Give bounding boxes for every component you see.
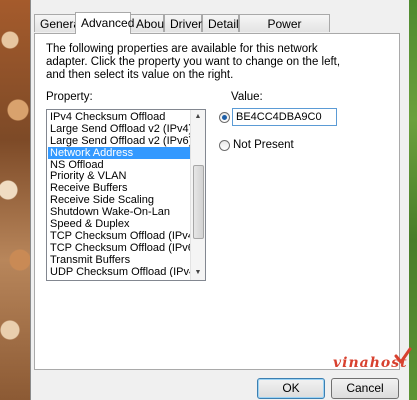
property-item[interactable]: TCP Checksum Offload (IPv4) (48, 230, 191, 242)
tab-driver[interactable]: Driver (164, 14, 202, 32)
description-text: The following properties are available f… (46, 43, 341, 81)
advanced-panel: The following properties are available f… (34, 33, 400, 370)
not-present-label[interactable]: Not Present (233, 139, 294, 151)
property-item[interactable]: TCP Checksum Offload (IPv6) (48, 242, 191, 254)
value-label: Value: (231, 91, 263, 103)
property-item[interactable]: Priority & VLAN (48, 170, 191, 183)
property-item[interactable]: IPv4 Checksum Offload (48, 111, 191, 123)
property-item[interactable]: NS Offload (48, 159, 191, 171)
property-item[interactable]: Receive Side Scaling (48, 194, 191, 206)
property-item-selected[interactable]: Network Address (48, 146, 191, 159)
property-item[interactable]: Receive Buffers (48, 182, 191, 194)
cancel-button[interactable]: Cancel (331, 378, 399, 399)
checkmark-logo-icon (394, 347, 412, 364)
scroll-up-arrow-icon[interactable]: ▲ (191, 110, 205, 124)
property-item[interactable]: Shutdown Wake-On-Lan (48, 206, 191, 218)
tab-power-management[interactable]: Power Management (239, 14, 330, 49)
property-listbox[interactable]: IPv4 Checksum Offload Large Send Offload… (46, 109, 206, 281)
property-list-scrollbar[interactable]: ▲ ▼ (190, 110, 205, 280)
property-item[interactable]: Large Send Offload v2 (IPv6) (48, 135, 191, 147)
value-radio[interactable] (219, 112, 230, 123)
tab-about[interactable]: About (130, 14, 167, 32)
desktop-background-left (0, 0, 30, 400)
property-list: IPv4 Checksum Offload Large Send Offload… (48, 111, 191, 277)
tab-details[interactable]: Details (202, 14, 245, 32)
not-present-radio[interactable] (219, 140, 230, 151)
tab-advanced[interactable]: Advanced (75, 12, 134, 34)
tab-general[interactable]: General (34, 14, 83, 32)
network-address-input[interactable] (232, 108, 337, 126)
ok-button[interactable]: OK (257, 378, 325, 399)
property-item[interactable]: Large Send Offload v2 (IPv4) (48, 123, 191, 135)
scrollbar-thumb[interactable] (193, 165, 204, 239)
property-label: Property: (46, 91, 93, 103)
property-item[interactable]: Speed & Duplex (48, 218, 191, 230)
adapter-properties-dialog: General Advanced About Driver Details Po… (30, 0, 409, 400)
property-item[interactable]: UDP Checksum Offload (IPv4) (48, 266, 191, 278)
scroll-down-arrow-icon[interactable]: ▼ (191, 266, 205, 280)
desktop-background-right (408, 0, 417, 400)
property-item[interactable]: Transmit Buffers (48, 254, 191, 266)
